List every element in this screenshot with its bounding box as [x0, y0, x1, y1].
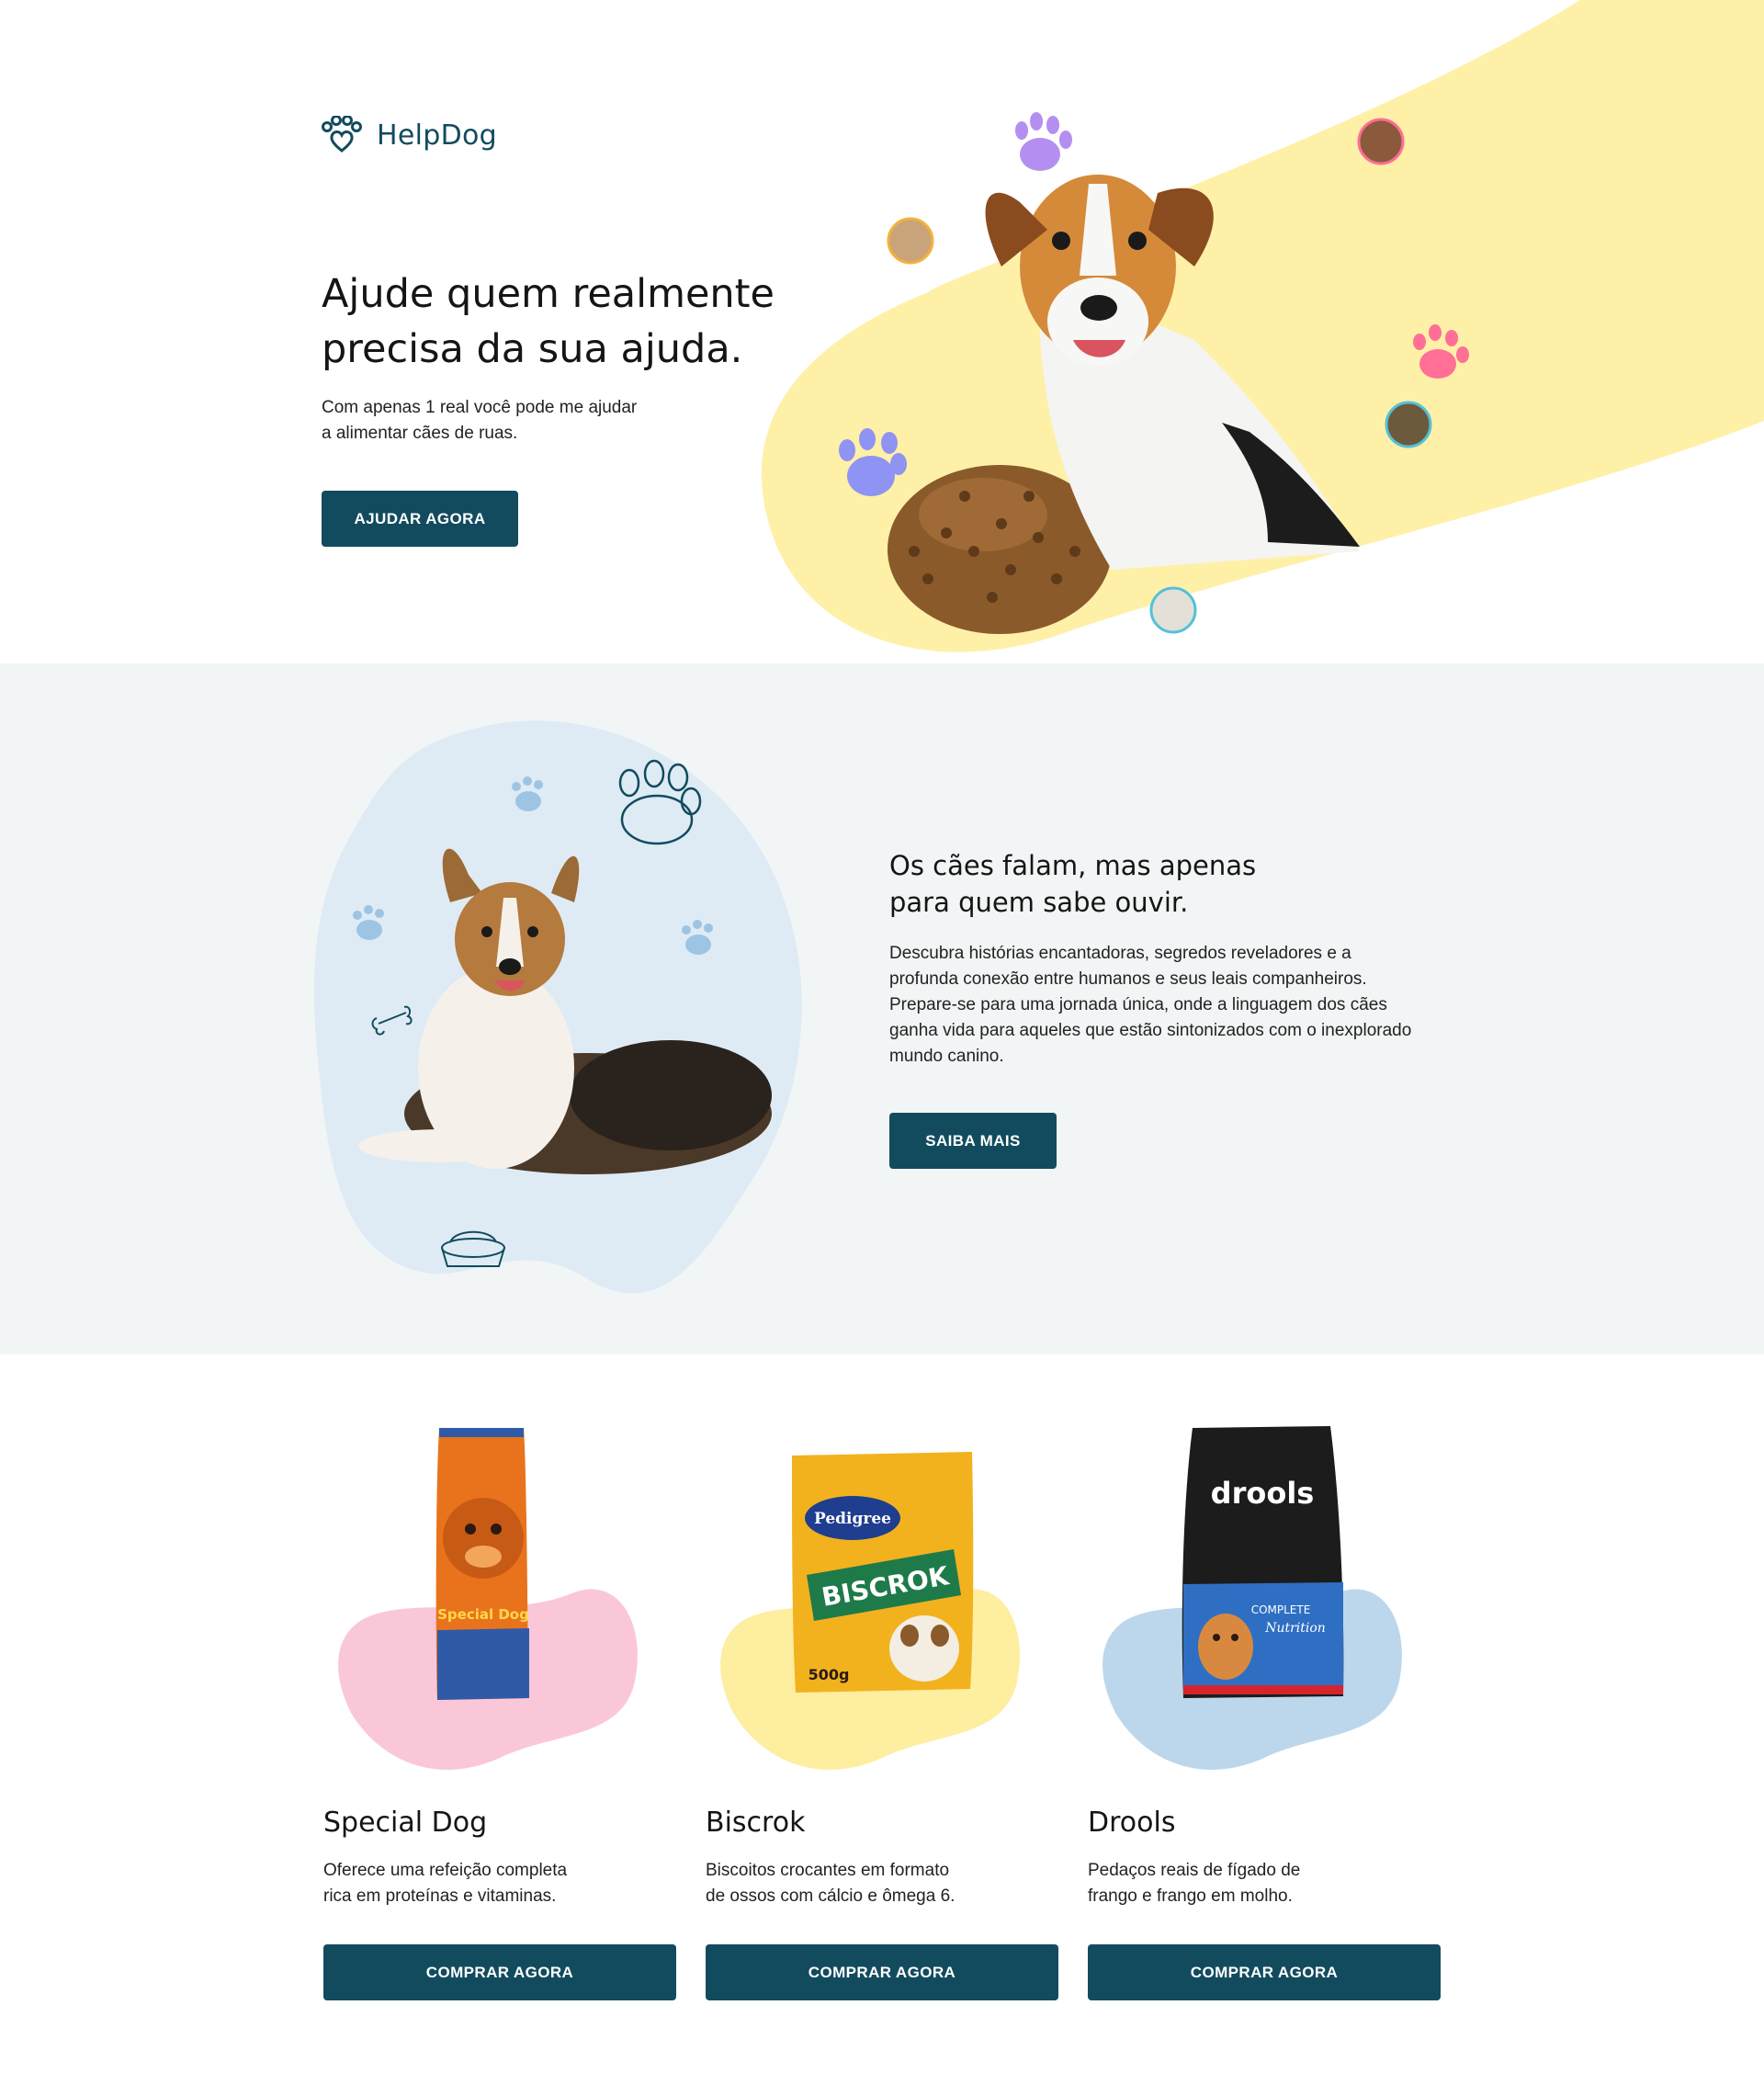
products-section: Special Dog Special Dog Oferece uma refe…	[0, 1354, 1764, 2073]
learn-more-button[interactable]: SAIBA MAIS	[889, 1113, 1057, 1169]
about-section: Os cães falam, mas apenas para quem sabe…	[0, 663, 1764, 1354]
bag-weight: 500g	[808, 1666, 850, 1683]
product-desc-line-1: Oferece uma refeição completa	[323, 1861, 568, 1880]
paw-icon	[1015, 112, 1072, 171]
hero-section: HelpDog Ajude quem realmente precisa da …	[0, 0, 1764, 663]
product-desc-line-2: frango e frango em molho.	[1088, 1886, 1293, 1906]
product-description: Pedaços reais de fígado de frango e fran…	[1088, 1858, 1391, 1909]
hero-dog-illustration	[839, 112, 1469, 634]
product-image-drools: drools COMPLETE Nutrition	[1102, 1426, 1402, 1770]
product-card-drools: drools COMPLETE Nutrition Drools Pedaços…	[1088, 1354, 1442, 2053]
biscrok-treat-bag: Pedigree BISCROK 500g	[792, 1452, 974, 1693]
about-dog-illustration	[313, 720, 802, 1294]
buy-now-button-special-dog[interactable]: COMPRAR AGORA	[323, 1944, 676, 2000]
drools-food-bag: drools COMPLETE Nutrition	[1182, 1426, 1344, 1698]
product-card-special-dog: Special Dog Special Dog Oferece uma refe…	[323, 1354, 677, 2053]
product-image-biscrok: Pedigree BISCROK 500g	[720, 1452, 1020, 1770]
product-desc-line-2: de ossos com cálcio e ômega 6.	[706, 1886, 956, 1906]
product-image-special-dog: Special Dog	[338, 1428, 638, 1770]
special-dog-food-bag: Special Dog	[435, 1428, 529, 1700]
about-title: Os cães falam, mas apenas para quem sabe…	[889, 847, 1367, 921]
paw-icon	[1413, 324, 1469, 379]
paw-icon	[839, 428, 907, 496]
buy-now-button-biscrok[interactable]: COMPRAR AGORA	[706, 1944, 1058, 2000]
product-description: Oferece uma refeição completa rica em pr…	[323, 1858, 627, 1909]
bag-label: COMPLETE	[1251, 1603, 1311, 1616]
product-desc-line-2: rica em proteínas e vitaminas.	[323, 1886, 557, 1906]
bag-label: Nutrition	[1264, 1621, 1326, 1636]
product-card-biscrok: Pedigree BISCROK 500g Biscrok Biscoitos …	[706, 1354, 1059, 2053]
product-desc-line-1: Pedaços reais de fígado de	[1088, 1861, 1301, 1880]
bag-brand: drools	[1211, 1476, 1315, 1511]
about-title-line-2: para quem sabe ouvir.	[889, 887, 1189, 918]
bag-label: Special Dog	[437, 1606, 529, 1623]
bag-brand: Pedigree	[814, 1510, 891, 1528]
buy-now-button-drools[interactable]: COMPRAR AGORA	[1088, 1944, 1441, 2000]
about-title-line-1: Os cães falam, mas apenas	[889, 850, 1257, 881]
product-desc-line-1: Biscoitos crocantes em formato	[706, 1861, 950, 1880]
product-description: Biscoitos crocantes em formato de ossos …	[706, 1858, 1009, 1909]
product-name: Biscrok	[706, 1807, 806, 1839]
about-text: Descubra histórias encantadoras, segredo…	[889, 944, 1412, 1066]
product-name: Drools	[1088, 1807, 1176, 1839]
product-name: Special Dog	[323, 1807, 488, 1839]
